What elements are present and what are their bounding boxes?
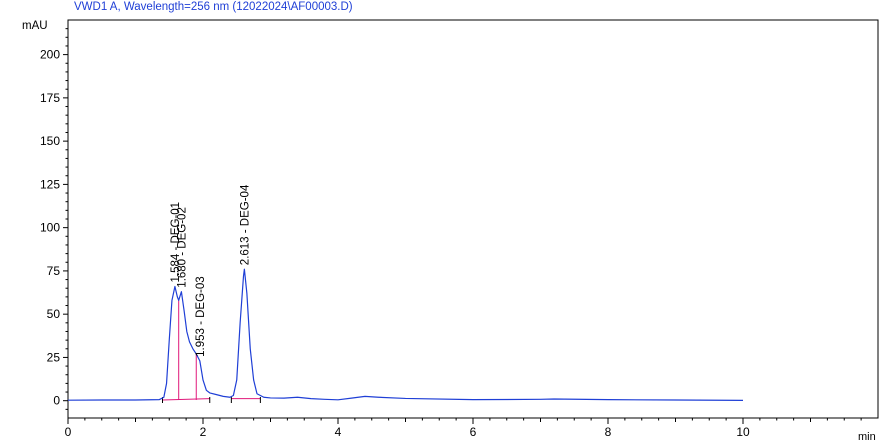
chart-canvas: 02550751001251501752000 2 4 6 8 10 1.584 - DE… [40, 19, 879, 439]
y-tick-label: 0 [53, 394, 60, 408]
integration-baseline [162, 398, 210, 401]
y-tick-label: 175 [40, 91, 60, 105]
y-tick-label: 125 [40, 177, 60, 191]
y-tick-label: 100 [40, 221, 60, 235]
x-tick-label: 6 [470, 425, 477, 439]
x-tick-label: 4 [335, 425, 342, 439]
plot-frame [67, 19, 879, 419]
y-tick-label: 50 [47, 307, 61, 321]
x-tick-label: 8 [605, 425, 612, 439]
peak-label: 1.680 - DEG-02 [176, 207, 188, 288]
x-tick-label: 0 [65, 425, 72, 439]
peak-label: 1.953 - DEG-03 [195, 276, 207, 357]
x-tick-label: 2 [200, 425, 207, 439]
y-tick-label: 200 [40, 48, 60, 62]
y-tick-label: 75 [47, 264, 61, 278]
y-tick-label: 25 [47, 350, 61, 364]
signal-trace [67, 268, 744, 401]
y-tick-label: 150 [40, 134, 60, 148]
x-tick-label: 10 [736, 425, 750, 439]
peak-label: 2.613 - DEG-04 [239, 184, 251, 265]
